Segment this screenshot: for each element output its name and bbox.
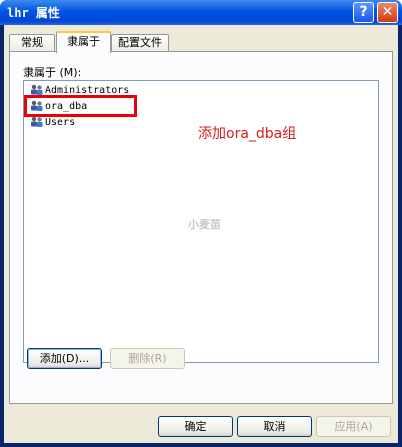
group-icon (30, 116, 44, 128)
tab-panel-member-of: 隶属于 (M): Administrators ora_dba Users 添加… (9, 51, 393, 404)
properties-dialog: lhr 属性 ? ✕ 常规 隶属于 配置文件 隶属于 (M): Administ… (0, 0, 402, 447)
apply-button[interactable]: 应用(A) (316, 416, 391, 437)
list-item-label: Users (45, 117, 76, 128)
annotation-text: 添加ora_dba组 (198, 126, 297, 142)
help-button[interactable]: ? (353, 2, 374, 23)
close-icon: ✕ (381, 4, 394, 20)
add-button[interactable]: 添加(D)... (27, 348, 102, 369)
member-of-listbox[interactable]: Administrators ora_dba Users 添加ora_dba组 … (23, 80, 379, 363)
tab-profile[interactable]: 配置文件 (111, 34, 169, 51)
window-title: lhr 属性 (7, 6, 60, 20)
list-item[interactable]: Users (30, 115, 75, 131)
annotation-highlight-box (24, 95, 137, 117)
remove-button[interactable]: 删除(R) (110, 348, 185, 369)
watermark: 小麦苗 (188, 218, 221, 231)
close-button[interactable]: ✕ (377, 2, 398, 23)
member-of-label: 隶属于 (M): (23, 66, 82, 79)
cancel-button[interactable]: 取消 (237, 416, 312, 437)
title-bar[interactable]: lhr 属性 ? ✕ (0, 0, 402, 25)
help-icon: ? (359, 4, 368, 20)
dialog-client: 常规 隶属于 配置文件 隶属于 (M): Administrators ora_… (4, 25, 398, 443)
tab-member-of[interactable]: 隶属于 (56, 31, 111, 53)
ok-button[interactable]: 确定 (158, 416, 233, 437)
tab-general[interactable]: 常规 (9, 34, 55, 51)
